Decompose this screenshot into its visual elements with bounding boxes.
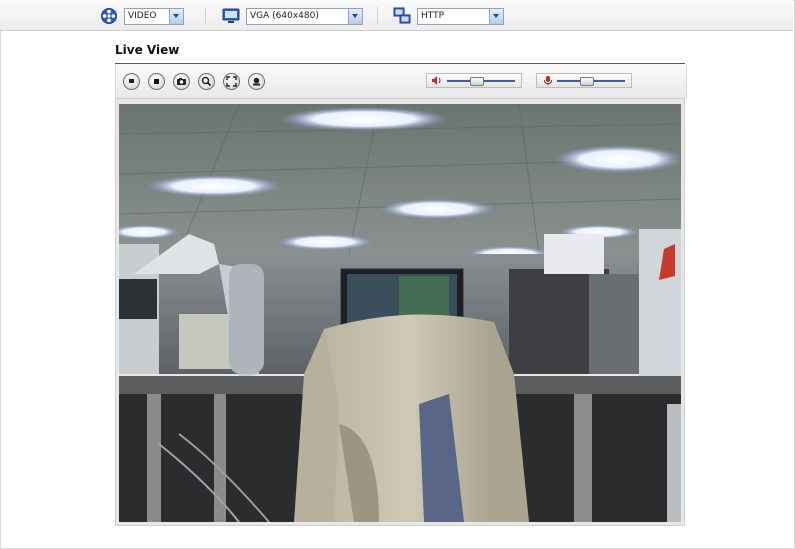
chevron-down-icon[interactable] xyxy=(169,8,183,24)
speaker-volume-thumb[interactable] xyxy=(469,77,484,86)
magnifier-icon xyxy=(201,76,212,87)
pause-icon xyxy=(129,79,134,84)
office-camera-image xyxy=(119,104,681,522)
resolution-value: VGA (640x480) xyxy=(250,10,319,21)
network-computer-icon xyxy=(393,7,411,25)
fullscreen-button[interactable] xyxy=(223,73,240,90)
stream-type-select[interactable]: VIDEO xyxy=(124,7,184,25)
stream-type-group: VIDEO xyxy=(100,6,184,26)
live-video-feed[interactable] xyxy=(119,104,681,522)
microphone-icon xyxy=(544,76,552,86)
mic-volume-slider[interactable] xyxy=(536,73,632,88)
stop-button[interactable] xyxy=(148,73,165,90)
resolution-group: VGA (640x480) xyxy=(222,6,363,26)
protocol-value: HTTP xyxy=(421,10,445,21)
protocol-group: HTTP xyxy=(393,6,504,26)
fullscreen-icon xyxy=(226,76,237,87)
stream-type-value: VIDEO xyxy=(128,10,157,21)
monitor-icon xyxy=(222,7,240,25)
speaker-icon xyxy=(432,76,441,85)
player-controls xyxy=(115,64,687,98)
stop-icon xyxy=(154,79,159,84)
film-reel-icon xyxy=(100,7,118,25)
mic-volume-thumb[interactable] xyxy=(579,77,594,86)
speaker-volume-slider[interactable] xyxy=(426,73,522,88)
resolution-select[interactable]: VGA (640x480) xyxy=(246,7,363,25)
chevron-down-icon[interactable] xyxy=(489,8,503,24)
protocol-select[interactable]: HTTP xyxy=(417,7,504,25)
record-button[interactable] xyxy=(248,73,265,90)
camera-icon xyxy=(177,78,186,85)
digital-zoom-button[interactable] xyxy=(198,73,215,90)
pause-button[interactable] xyxy=(123,73,140,90)
record-icon xyxy=(253,77,260,86)
chevron-down-icon[interactable] xyxy=(348,8,362,24)
video-frame xyxy=(115,98,685,526)
toolbar-divider xyxy=(205,7,206,24)
top-toolbar: VIDEO VGA (640x480) HTTP xyxy=(0,0,793,31)
toolbar-divider xyxy=(377,7,378,24)
snapshot-button[interactable] xyxy=(173,73,190,90)
page-title: Live View xyxy=(115,43,180,57)
